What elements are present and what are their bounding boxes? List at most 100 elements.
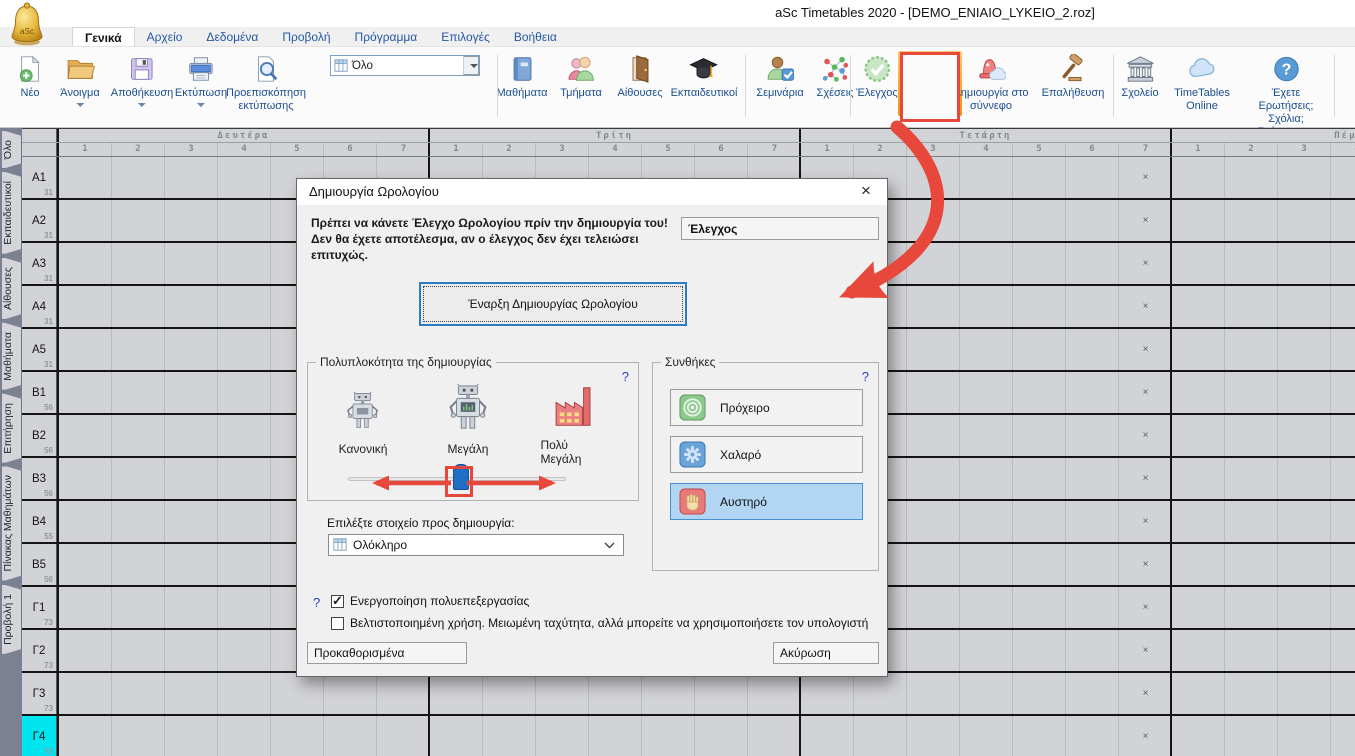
grid-row-header-B3[interactable]: B356 (22, 458, 57, 499)
timetable-cell[interactable] (165, 372, 218, 413)
timetable-cell[interactable] (1278, 673, 1331, 714)
timetable-cell[interactable] (1331, 157, 1355, 198)
timetable-cell[interactable] (1331, 716, 1355, 756)
timetable-cell[interactable] (218, 157, 271, 198)
menu-tab-5[interactable]: Επιλογές (429, 27, 502, 46)
ribbon-button-1[interactable]: Άνοιγμα (60, 53, 99, 107)
timetable-cell[interactable] (1066, 286, 1119, 327)
grid-row-header-B4[interactable]: B455 (22, 501, 57, 542)
timetable-cell[interactable] (1066, 587, 1119, 628)
timetable-cell[interactable] (1013, 200, 1066, 241)
timetable-cell[interactable] (112, 716, 165, 756)
grid-row-header-B5[interactable]: B556 (22, 544, 57, 585)
timetable-cell[interactable] (1172, 243, 1225, 284)
timetable-cell[interactable] (1172, 372, 1225, 413)
timetable-cell[interactable] (1066, 716, 1119, 756)
timetable-cell[interactable] (1278, 458, 1331, 499)
timetable-cell[interactable] (59, 673, 112, 714)
timetable-cell[interactable] (165, 458, 218, 499)
timetable-cell[interactable] (536, 716, 589, 756)
timetable-cell[interactable] (1172, 329, 1225, 370)
timetable-cell[interactable] (1278, 372, 1331, 413)
timetable-cell[interactable] (59, 501, 112, 542)
grid-row-header-B2[interactable]: B256 (22, 415, 57, 456)
timetable-cell[interactable] (218, 458, 271, 499)
timetable-cell[interactable] (1225, 372, 1278, 413)
timetable-cell[interactable] (59, 630, 112, 671)
timetable-cell[interactable] (218, 243, 271, 284)
complexity-slider-thumb[interactable] (453, 464, 469, 490)
ribbon-button-14[interactable]: Επαλήθευση (1042, 53, 1105, 100)
menu-tab-1[interactable]: Αρχείο (135, 27, 195, 46)
timetable-cell[interactable] (59, 716, 112, 756)
timetable-cell[interactable] (642, 673, 695, 714)
timetable-cell[interactable] (1172, 501, 1225, 542)
timetable-cell[interactable] (1331, 587, 1355, 628)
timetable-cell[interactable] (1278, 716, 1331, 756)
timetable-cell[interactable] (1225, 243, 1278, 284)
timetable-cell[interactable] (165, 329, 218, 370)
timetable-cell[interactable] (1172, 458, 1225, 499)
timetable-cell[interactable] (1013, 630, 1066, 671)
generate-scope-combobox[interactable]: Ολόκληρο (328, 534, 624, 556)
timetable-cell[interactable] (1013, 458, 1066, 499)
timetable-cell[interactable] (907, 243, 960, 284)
checkbox-unchecked[interactable] (331, 617, 344, 630)
timetable-cell[interactable] (1278, 415, 1331, 456)
timetable-cell[interactable] (748, 716, 801, 756)
multiprocessing-help-link[interactable]: ? (313, 595, 320, 610)
timetable-cell[interactable] (1278, 286, 1331, 327)
asc-bell-logo-icon[interactable]: aSc (6, 2, 48, 46)
sidebar-tab-6[interactable]: Προβολή 1 (2, 584, 22, 655)
timetable-cell[interactable] (695, 716, 748, 756)
timetable-cell[interactable] (59, 157, 112, 198)
timetable-cell[interactable] (1225, 329, 1278, 370)
timetable-cell[interactable]: × (1119, 329, 1172, 370)
timetable-cell[interactable] (1013, 329, 1066, 370)
timetable-cell[interactable] (1278, 329, 1331, 370)
dropdown-arrow-icon[interactable] (76, 103, 84, 107)
timetable-cell[interactable] (1066, 329, 1119, 370)
timetable-cell[interactable] (59, 458, 112, 499)
timetable-cell[interactable] (59, 200, 112, 241)
timetable-cell[interactable] (1278, 630, 1331, 671)
timetable-cell[interactable] (960, 157, 1013, 198)
ribbon-button-4[interactable]: Προεπισκόπηση εκτύπωσης (213, 53, 319, 113)
menu-tab-0[interactable]: Γενικά (72, 27, 135, 46)
timetable-cell[interactable] (165, 716, 218, 756)
timetable-cell[interactable] (165, 200, 218, 241)
timetable-cell[interactable] (112, 501, 165, 542)
timetable-cell[interactable] (1331, 630, 1355, 671)
timetable-cell[interactable]: × (1119, 372, 1172, 413)
condition-button-0[interactable]: Πρόχειρο (670, 389, 863, 426)
timetable-cell[interactable] (112, 458, 165, 499)
timetable-cell[interactable]: × (1119, 286, 1172, 327)
timetable-cell[interactable] (907, 587, 960, 628)
timetable-cell[interactable] (218, 200, 271, 241)
sidebar-tab-0[interactable]: Όλο (2, 130, 22, 169)
timetable-cell[interactable] (1013, 587, 1066, 628)
timetable-cell[interactable] (748, 673, 801, 714)
checkbox-checked[interactable] (331, 595, 344, 608)
grid-row-header-Γ4[interactable]: Γ473 (22, 716, 57, 756)
timetable-cell[interactable]: × (1119, 157, 1172, 198)
ribbon-button-10[interactable]: Σχέσεις (817, 53, 854, 100)
timetable-cell[interactable]: × (1119, 587, 1172, 628)
timetable-cell[interactable] (1278, 157, 1331, 198)
timetable-cell[interactable] (1066, 501, 1119, 542)
timetable-cell[interactable] (907, 157, 960, 198)
timetable-cell[interactable] (112, 415, 165, 456)
timetable-cell[interactable] (218, 286, 271, 327)
timetable-cell[interactable] (1225, 415, 1278, 456)
timetable-cell[interactable] (801, 673, 854, 714)
timetable-cell[interactable]: × (1119, 415, 1172, 456)
timetable-cell[interactable] (907, 716, 960, 756)
timetable-cell[interactable] (1013, 286, 1066, 327)
timetable-cell[interactable] (1331, 415, 1355, 456)
timetable-cell[interactable] (642, 716, 695, 756)
timetable-cell[interactable] (112, 630, 165, 671)
timetable-cell[interactable] (483, 716, 536, 756)
timetable-cell[interactable] (854, 716, 907, 756)
timetable-cell[interactable] (377, 716, 430, 756)
timetable-cell[interactable] (1066, 673, 1119, 714)
